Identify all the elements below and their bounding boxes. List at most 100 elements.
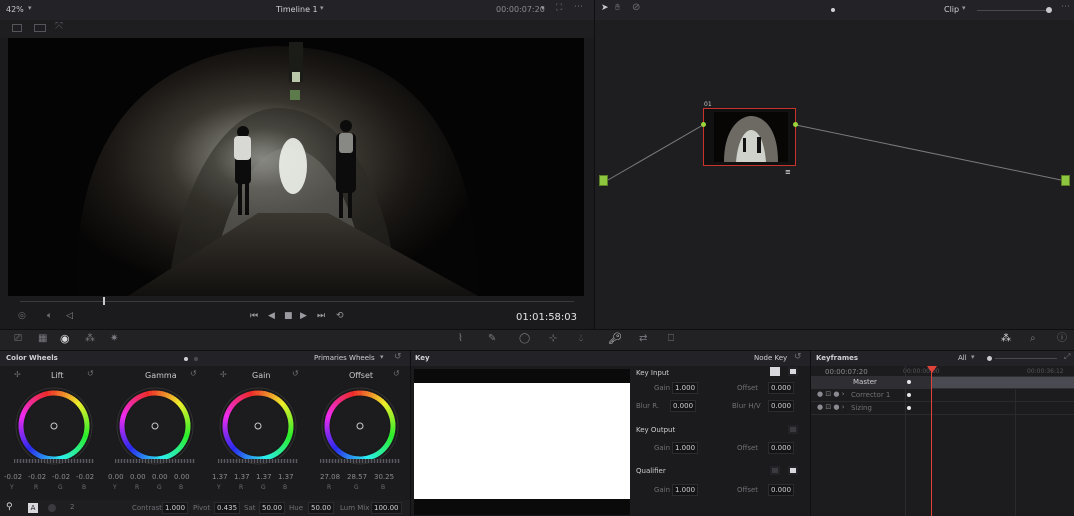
- chevron-down-icon[interactable]: ▾: [320, 5, 324, 12]
- page-dot[interactable]: [194, 357, 198, 361]
- chevron-down-icon[interactable]: ▾: [971, 354, 975, 361]
- window-icon[interactable]: ◯: [519, 334, 530, 344]
- corrector-track-row[interactable]: ● ⊡ ● › Corrector 1: [811, 389, 1074, 402]
- info-icon[interactable]: ⓘ: [1057, 334, 1067, 344]
- a-badge[interactable]: A: [28, 503, 38, 513]
- timeline-name[interactable]: Timeline 1: [276, 5, 318, 14]
- gain-b-value[interactable]: 1.37: [278, 473, 294, 481]
- reset-icon[interactable]: ↺: [87, 370, 94, 378]
- chevron-down-icon[interactable]: ▾: [380, 354, 384, 361]
- corrector-node-01[interactable]: [701, 108, 798, 166]
- key-output-gain-field[interactable]: 1.000: [672, 442, 699, 454]
- node-zoom-handle[interactable]: [1046, 7, 1052, 13]
- skip-to-end-icon[interactable]: ⏭: [317, 312, 325, 321]
- keyframe-zoom-handle[interactable]: [987, 356, 992, 361]
- color-match-icon[interactable]: ▦: [38, 334, 47, 344]
- stop-icon[interactable]: ■: [284, 312, 293, 321]
- sizing-icon[interactable]: ⇄: [639, 334, 647, 344]
- scopes-icon[interactable]: ⌕: [1030, 334, 1036, 344]
- contrast-field[interactable]: 1.000: [162, 502, 189, 514]
- node-graph[interactable]: 01 ≡: [595, 20, 1074, 330]
- gamma-color-wheel[interactable]: [113, 384, 197, 468]
- gain-g-value[interactable]: 1.37: [256, 473, 272, 481]
- scrubber-playhead[interactable]: [103, 297, 105, 305]
- qualifier-offset-field[interactable]: 0.000: [768, 484, 795, 496]
- keyframe-dot[interactable]: [907, 393, 911, 397]
- play-icon[interactable]: ▶: [300, 312, 307, 321]
- gain-y-value[interactable]: 1.37: [212, 473, 228, 481]
- expand-icon[interactable]: ⤢: [1064, 353, 1070, 361]
- reset-icon[interactable]: ↺: [794, 353, 802, 362]
- chevron-down-icon[interactable]: ▾: [962, 5, 966, 12]
- zoom-dropdown[interactable]: 42%: [6, 5, 24, 14]
- keyframe-playhead-marker[interactable]: [927, 366, 937, 373]
- highlight-icon[interactable]: ⤧: [55, 22, 63, 32]
- sat-field[interactable]: 50.00: [259, 502, 286, 514]
- gain-color-wheel[interactable]: [216, 384, 300, 468]
- output-node-connector[interactable]: [1061, 175, 1070, 186]
- viewer-options-icon[interactable]: ◎: [18, 312, 26, 321]
- qualifier-invert-toggle[interactable]: [788, 466, 798, 475]
- node-input-dot[interactable]: [701, 122, 706, 127]
- keyframe-dot[interactable]: [907, 380, 911, 384]
- reset-all-icon[interactable]: ↺: [394, 353, 402, 362]
- more-options-icon[interactable]: ⋯: [1061, 3, 1070, 12]
- gamma-y-value[interactable]: 0.00: [108, 473, 124, 481]
- chevron-down-icon[interactable]: ▾: [28, 5, 32, 12]
- tracker-icon[interactable]: ⊹: [549, 334, 557, 344]
- master-wheel-slider[interactable]: [320, 459, 400, 463]
- 3d-icon[interactable]: ⎕: [668, 334, 674, 344]
- qualifier-icon[interactable]: ✎: [488, 334, 496, 344]
- picker-icon[interactable]: ✢: [220, 371, 227, 379]
- more-options-icon[interactable]: ⋯: [574, 3, 583, 12]
- reset-icon[interactable]: ↺: [292, 370, 299, 378]
- offset-g-value[interactable]: 28.57: [347, 473, 367, 481]
- lift-b-value[interactable]: -0.02: [76, 473, 94, 481]
- lift-g-value[interactable]: -0.02: [52, 473, 70, 481]
- pivot-field[interactable]: 0.435: [214, 502, 241, 514]
- node-output-dot[interactable]: [793, 122, 798, 127]
- node-mode-dropdown[interactable]: Clip: [944, 5, 959, 14]
- bypass-icon[interactable]: ⊘: [632, 3, 640, 13]
- split-view-icon[interactable]: [12, 24, 22, 32]
- camera-raw-icon[interactable]: ⎚: [14, 334, 22, 344]
- node-key-dropdown[interactable]: Node Key: [754, 354, 787, 362]
- key-input-matte-toggle[interactable]: [770, 367, 780, 376]
- fullscreen-icon[interactable]: ⛶: [556, 4, 562, 13]
- offset-b-value[interactable]: 30.25: [374, 473, 394, 481]
- key-input-blur-r-field[interactable]: 0.000: [670, 400, 697, 412]
- lift-r-value[interactable]: -0.02: [28, 473, 46, 481]
- gain-r-value[interactable]: 1.37: [234, 473, 250, 481]
- auto-balance-icon[interactable]: ⚲: [6, 503, 13, 512]
- qualifier-gain-field[interactable]: 1.000: [672, 484, 699, 496]
- track-controls-icon[interactable]: ● ⊡ ● ›: [817, 404, 845, 411]
- blur-icon[interactable]: 💧︎: [579, 334, 583, 344]
- master-wheel-slider[interactable]: [218, 459, 298, 463]
- page-one-dot[interactable]: [48, 504, 56, 512]
- page-number[interactable]: 2: [70, 503, 74, 511]
- curves-icon[interactable]: ⌇: [458, 334, 463, 344]
- input-node-connector[interactable]: [599, 175, 608, 186]
- track-controls-icon[interactable]: ● ⊡ ● ›: [817, 391, 845, 398]
- sizing-track-row[interactable]: ● ⊡ ● › Sizing: [811, 402, 1074, 415]
- gamma-g-value[interactable]: 0.00: [152, 473, 168, 481]
- key-input-blur-hv-field[interactable]: 0.000: [768, 400, 795, 412]
- pointer-icon[interactable]: ➤: [601, 4, 609, 13]
- lift-color-wheel[interactable]: [12, 384, 96, 468]
- lum-mix-field[interactable]: 100.00: [371, 502, 402, 514]
- key-icon[interactable]: 🔑︎: [608, 333, 622, 344]
- color-wheels-icon[interactable]: ◉: [60, 333, 70, 344]
- offset-color-wheel[interactable]: [318, 384, 402, 468]
- key-input-offset-field[interactable]: 0.000: [768, 382, 795, 394]
- loop-icon[interactable]: ⟲: [336, 312, 344, 321]
- wheels-mode-dropdown[interactable]: Primaries Wheels: [314, 354, 375, 362]
- keyframe-playhead-line[interactable]: [931, 366, 932, 516]
- master-wheel-slider[interactable]: [115, 459, 195, 463]
- video-frame[interactable]: [8, 38, 584, 296]
- gamma-r-value[interactable]: 0.00: [130, 473, 146, 481]
- node-zoom-slider[interactable]: [977, 10, 1051, 11]
- keyframe-zoom-slider[interactable]: [995, 358, 1057, 359]
- speaker-icon[interactable]: ◁: [66, 312, 73, 321]
- audio-icon[interactable]: 🔈︎: [47, 312, 52, 321]
- keyframe-dot[interactable]: [907, 406, 911, 410]
